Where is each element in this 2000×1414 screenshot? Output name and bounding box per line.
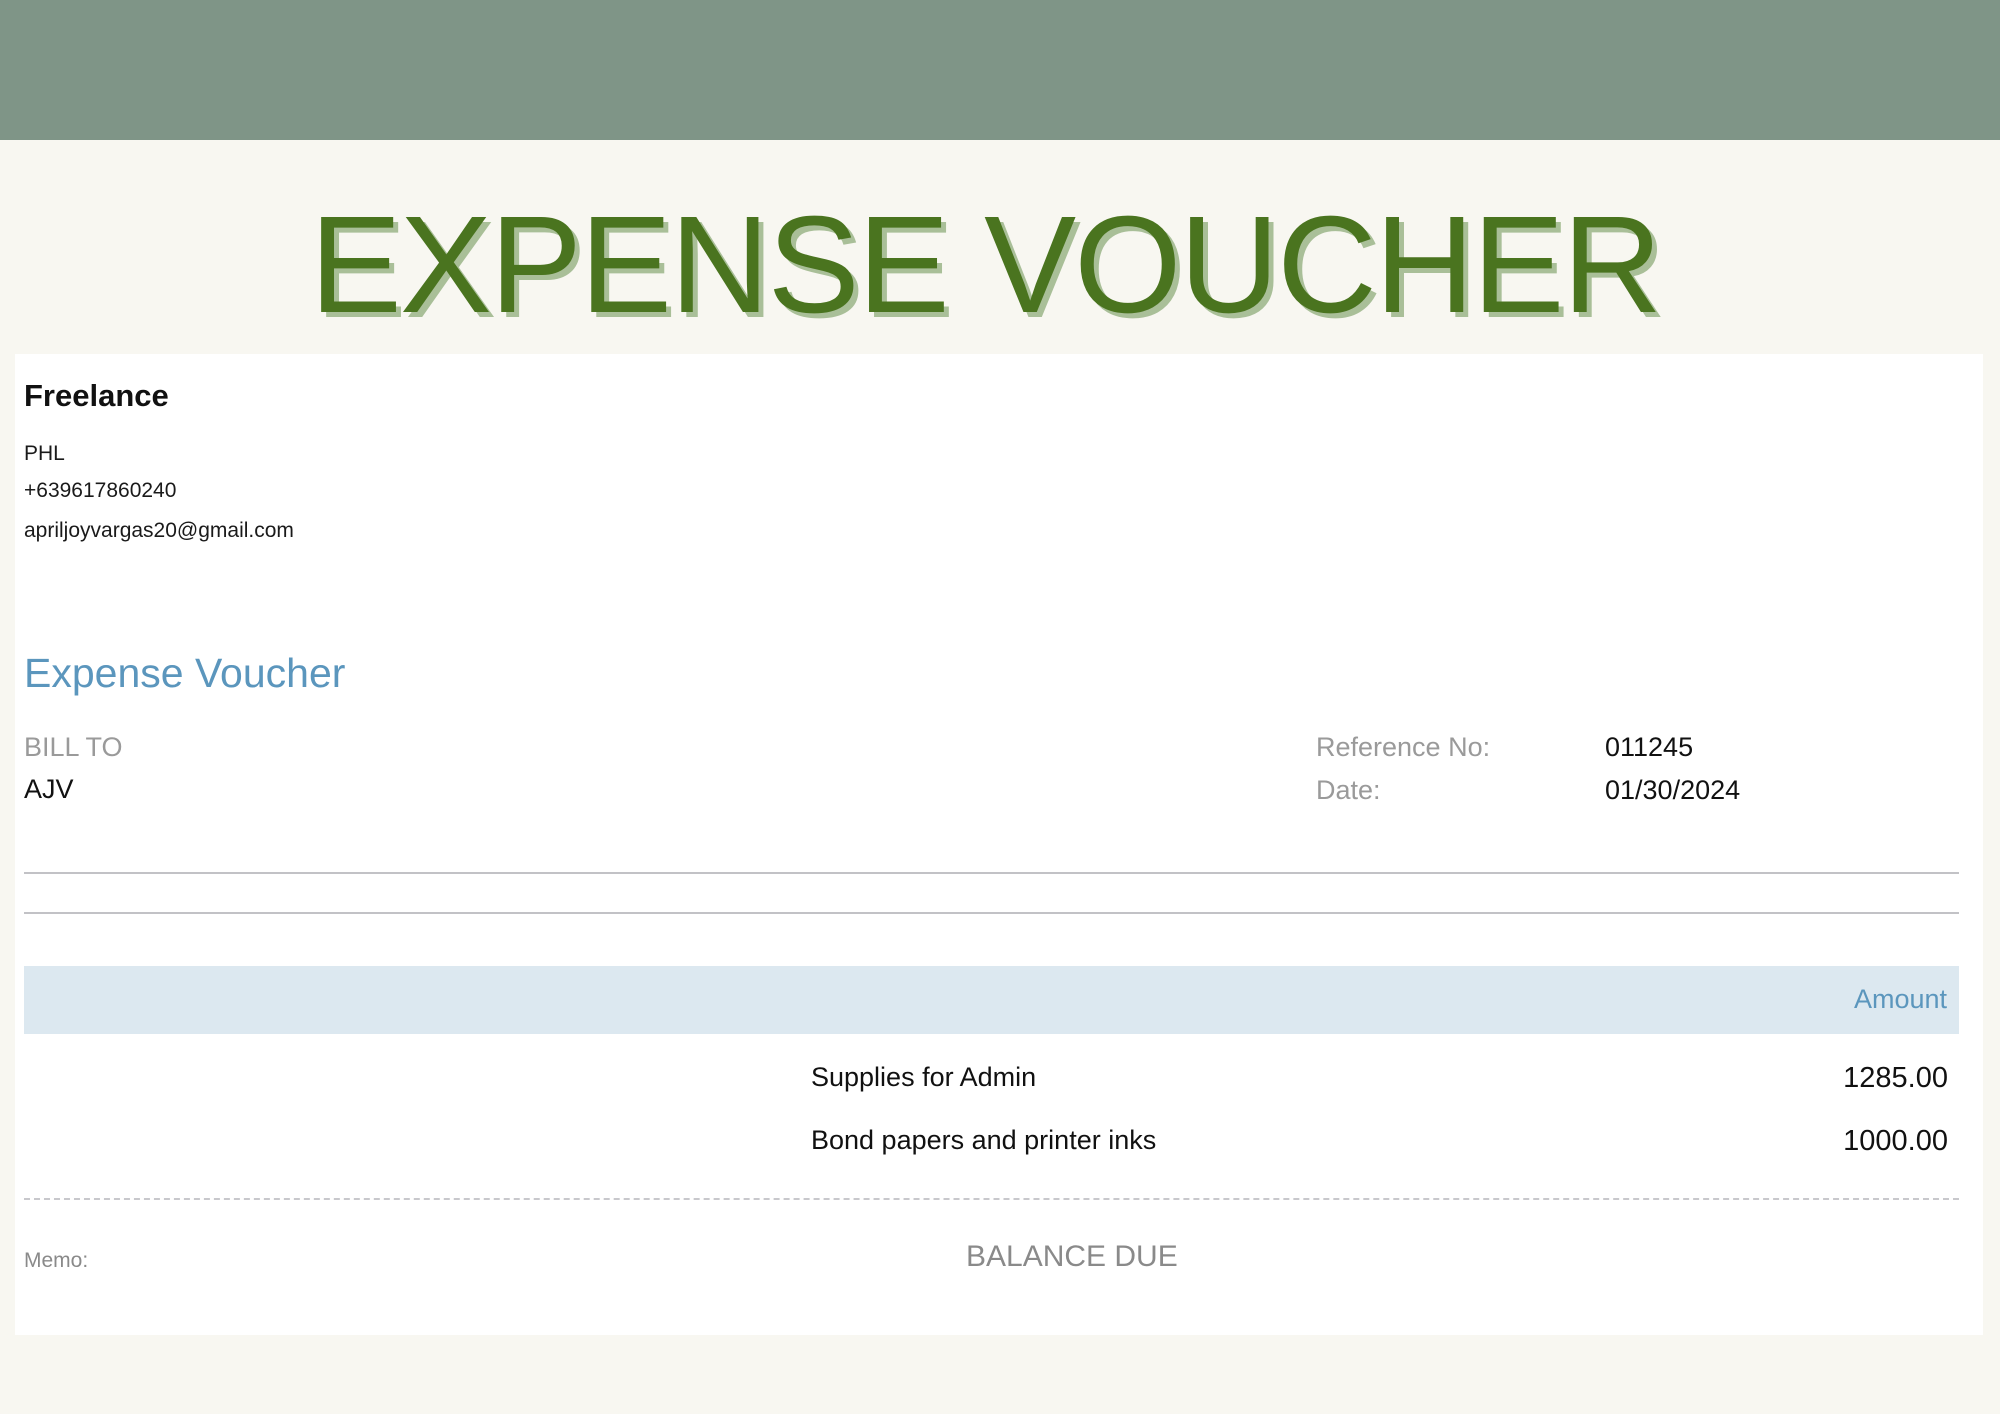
date-label: Date: — [1316, 775, 1381, 805]
dashed-separator — [24, 1198, 1959, 1200]
company-country: PHL — [24, 442, 65, 465]
bill-to-label: BILL TO — [24, 732, 123, 762]
company-name: Freelance — [24, 378, 169, 413]
company-email: apriljoyvargas20@gmail.com — [24, 519, 294, 542]
item-description: Supplies for Admin — [811, 1062, 1037, 1092]
amount-column-header: Amount — [1853, 984, 1947, 1014]
divider-line — [24, 872, 1959, 874]
reference-label: Reference No: — [1316, 732, 1491, 762]
date-value: 01/30/2024 — [1605, 775, 1741, 805]
balance-due-label: BALANCE DUE — [966, 1240, 1178, 1273]
item-amount: 1285.00 — [1843, 1062, 1948, 1094]
poster-title: EXPENSE VOUCHER — [309, 188, 1662, 342]
item-amount: 1000.00 — [1843, 1125, 1948, 1157]
reference-value: 011245 — [1605, 732, 1694, 762]
voucher-heading: Expense Voucher — [24, 650, 346, 696]
voucher-sheet: Freelance PHL +639617860240 apriljoyvarg… — [15, 354, 1983, 1335]
bill-to-value: AJV — [24, 774, 74, 804]
item-description: Bond papers and printer inks — [811, 1125, 1157, 1155]
divider-line — [24, 912, 1959, 914]
items-table-header: Amount — [24, 966, 1959, 1034]
memo-label: Memo: — [24, 1249, 89, 1272]
top-color-band — [0, 0, 2000, 140]
company-phone: +639617860240 — [24, 479, 177, 502]
